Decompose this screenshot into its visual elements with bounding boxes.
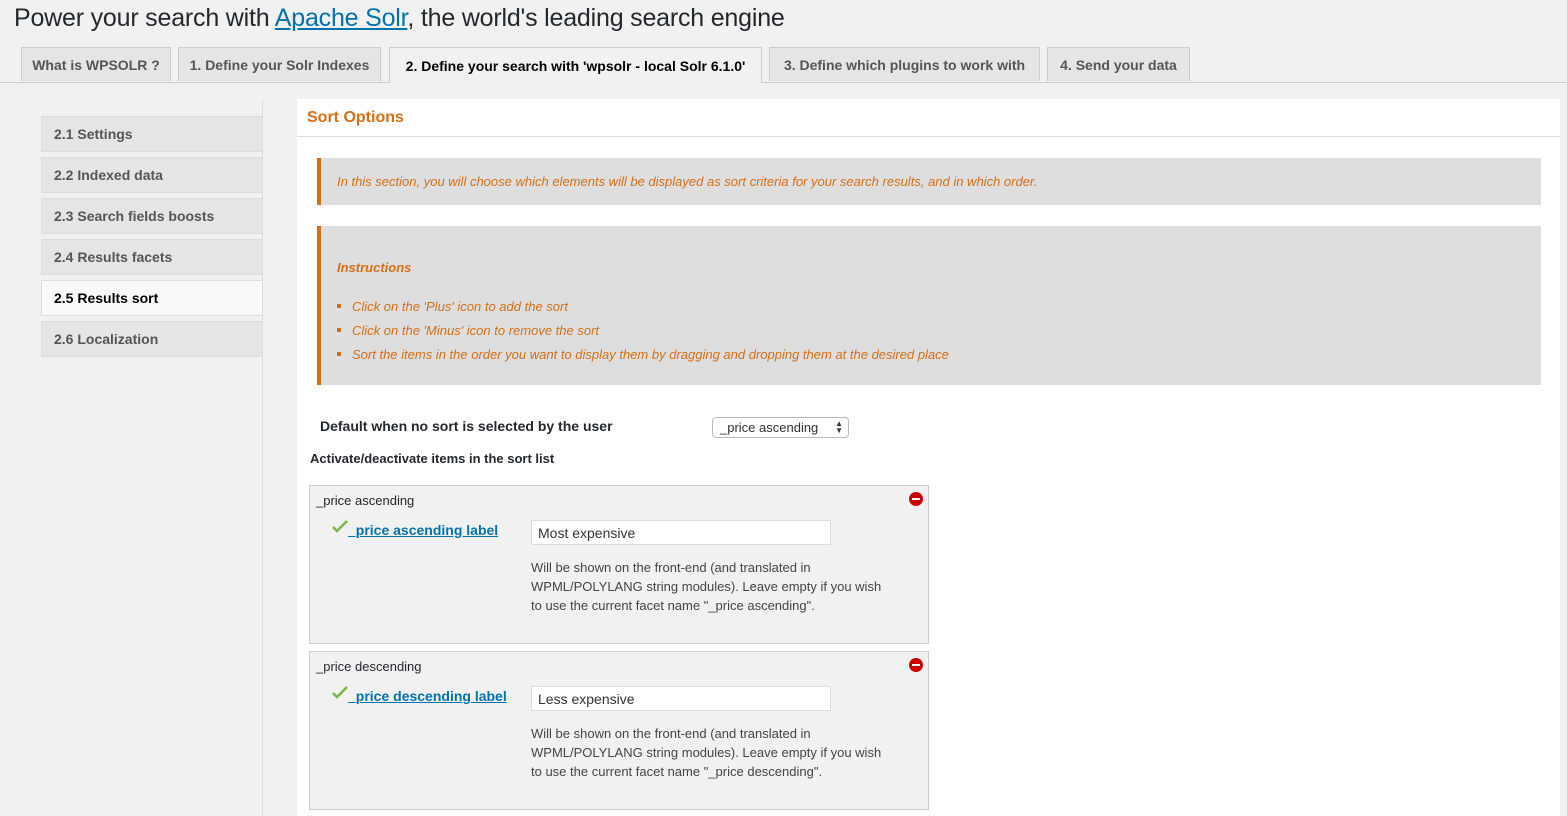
sidebar-item-indexed-data[interactable]: 2.2 Indexed data <box>41 157 263 193</box>
sort-item-label-link[interactable]: _price descending label <box>332 687 522 705</box>
instruction-text: Sort the items in the order you want to … <box>352 346 949 362</box>
sort-item-name: _price ascending <box>316 493 415 508</box>
bullet-icon <box>337 304 341 308</box>
sort-item-price-descending[interactable]: _price descending _price descending labe… <box>309 651 929 810</box>
sidebar-item-localization[interactable]: 2.6 Localization <box>41 321 263 357</box>
sidebar: 2.1 Settings 2.2 Indexed data 2.3 Search… <box>41 116 263 362</box>
minus-icon[interactable] <box>909 492 923 506</box>
tab-what-is-wpsolr[interactable]: What is WPSOLR ? <box>21 47 171 81</box>
sort-options-panel: Sort Options In this section, you will c… <box>297 99 1560 816</box>
tab-send-data[interactable]: 4. Send your data <box>1047 47 1190 81</box>
sidebar-item-search-fields-boosts[interactable]: 2.3 Search fields boosts <box>41 198 263 234</box>
tab-define-search[interactable]: 2. Define your search with 'wpsolr - loc… <box>389 47 762 83</box>
list-item: Click on the 'Plus' icon to add the sort <box>337 294 949 318</box>
page-title-suffix: , the world's leading search engine <box>407 4 785 32</box>
bullet-icon <box>337 328 341 332</box>
default-sort-label: Default when no sort is selected by the … <box>320 418 613 434</box>
sidebar-item-settings[interactable]: 2.1 Settings <box>41 116 263 152</box>
instructions-title: Instructions <box>337 260 412 275</box>
activate-items-label: Activate/deactivate items in the sort li… <box>310 451 555 466</box>
apache-solr-link[interactable]: Apache Solr <box>275 4 408 32</box>
page-title: Power your search with Apache Solr, the … <box>14 4 785 33</box>
sort-item-help-text: Will be shown on the front-end (and tran… <box>531 560 882 613</box>
default-sort-value: _price ascending <box>720 420 819 435</box>
sort-item-help-text: Will be shown on the front-end (and tran… <box>531 726 882 779</box>
panel-separator <box>297 136 1560 137</box>
list-item: Click on the 'Minus' icon to remove the … <box>337 318 949 342</box>
select-arrows-icon: ▲ ▼ <box>835 419 843 435</box>
list-item: Sort the items in the order you want to … <box>337 342 949 366</box>
default-sort-select[interactable]: _price ascending ▲ ▼ <box>712 417 849 438</box>
minus-icon[interactable] <box>909 658 923 672</box>
sort-item-label-input[interactable] <box>531 520 831 545</box>
bullet-icon <box>337 352 341 356</box>
sort-item-price-ascending[interactable]: _price ascending _price ascending label … <box>309 485 929 644</box>
sidebar-item-results-sort[interactable]: 2.5 Results sort <box>41 280 263 316</box>
page-title-prefix: Power your search with <box>14 4 275 32</box>
intro-notice: In this section, you will choose which e… <box>317 158 1541 205</box>
tab-define-plugins[interactable]: 3. Define which plugins to work with <box>769 47 1040 81</box>
instruction-text: Click on the 'Minus' icon to remove the … <box>352 322 600 338</box>
panel-title: Sort Options <box>307 109 404 126</box>
sort-item-name: _price descending <box>316 659 422 674</box>
sidebar-item-results-facets[interactable]: 2.4 Results facets <box>41 239 263 275</box>
tab-define-solr-indexes[interactable]: 1. Define your Solr Indexes <box>178 47 381 81</box>
sort-item-label-link[interactable]: _price ascending label <box>332 521 522 539</box>
sort-item-label-input[interactable] <box>531 686 831 711</box>
intro-text: In this section, you will choose which e… <box>337 174 1038 189</box>
instructions-notice: Instructions Click on the 'Plus' icon to… <box>317 226 1541 385</box>
tab-bar-border <box>0 82 1567 83</box>
instruction-text: Click on the 'Plus' icon to add the sort <box>352 298 568 314</box>
instructions-list: Click on the 'Plus' icon to add the sort… <box>337 294 949 366</box>
